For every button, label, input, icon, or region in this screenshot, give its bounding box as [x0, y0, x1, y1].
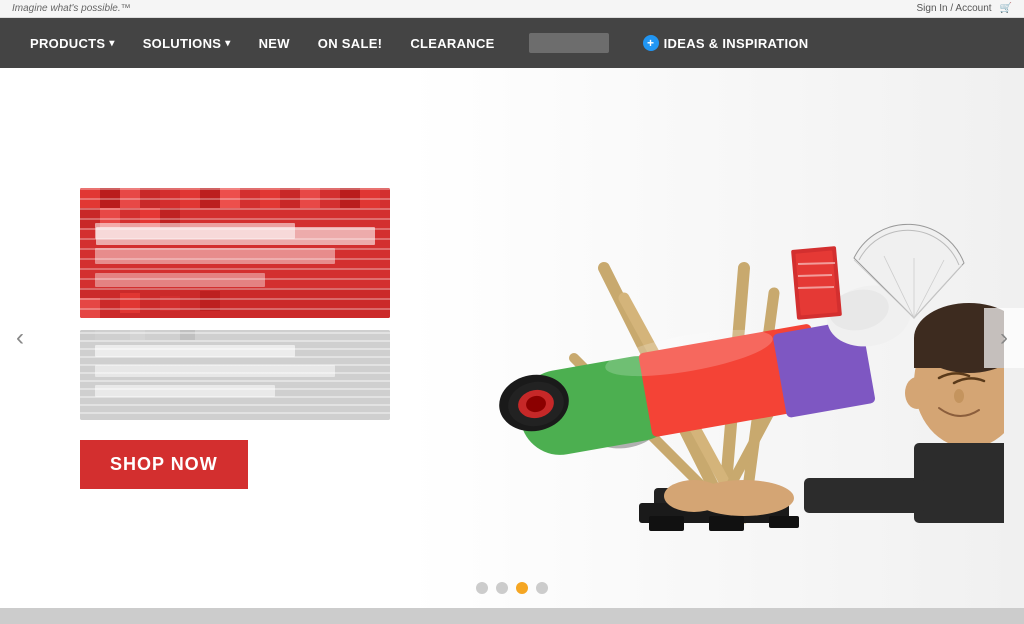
sign-in-link[interactable]: Sign In / Account	[916, 3, 991, 14]
shop-now-button[interactable]: SHOP NOW	[80, 440, 248, 489]
slide-dot-3[interactable]	[516, 582, 528, 594]
blurred-subtitle-svg	[80, 330, 390, 420]
next-slide-button[interactable]: ›	[984, 308, 1024, 368]
hero-section: ‹ ›	[0, 68, 1024, 608]
top-bar: Imagine what's possible.™ Sign In / Acco…	[0, 0, 1024, 18]
tagline: Imagine what's possible.™	[12, 3, 131, 14]
nav-bar: PRODUCTS ▾ SOLUTIONS ▾ NEW ON SALE! CLEA…	[0, 18, 1024, 68]
hero-title-blurred	[80, 188, 390, 318]
slide-dot-2[interactable]	[496, 582, 508, 594]
top-bar-right: Sign In / Account 🛒	[916, 3, 1012, 14]
nav-item-blurred	[529, 33, 609, 53]
slide-dot-1[interactable]	[476, 582, 488, 594]
nav-item-clearance[interactable]: CLEARANCE	[396, 18, 508, 68]
cart-icon[interactable]: 🛒	[1000, 3, 1012, 14]
hero-subtitle-blurred	[80, 330, 390, 420]
hero-text-content: SHOP NOW	[80, 188, 400, 489]
prev-slide-button[interactable]: ‹	[0, 308, 40, 368]
blurred-logo-svg	[80, 188, 390, 318]
rocket-illustration	[424, 208, 1004, 588]
chevron-down-icon: ▾	[225, 38, 230, 49]
right-arrow-icon: ›	[1000, 324, 1008, 352]
slide-dot-4[interactable]	[536, 582, 548, 594]
plus-icon: +	[643, 35, 659, 51]
nav-item-solutions[interactable]: SOLUTIONS ▾	[129, 18, 245, 68]
nav-item-new[interactable]: NEW	[245, 18, 304, 68]
nav-item-ideas[interactable]: + IDEAS & INSPIRATION	[629, 18, 823, 68]
nav-item-on-sale[interactable]: ON SALE!	[304, 18, 397, 68]
nav-item-products[interactable]: PRODUCTS ▾	[16, 18, 129, 68]
hero-product-image	[384, 128, 1024, 608]
slide-indicators	[476, 582, 548, 594]
left-arrow-icon: ‹	[16, 324, 24, 352]
chevron-down-icon: ▾	[109, 38, 114, 49]
